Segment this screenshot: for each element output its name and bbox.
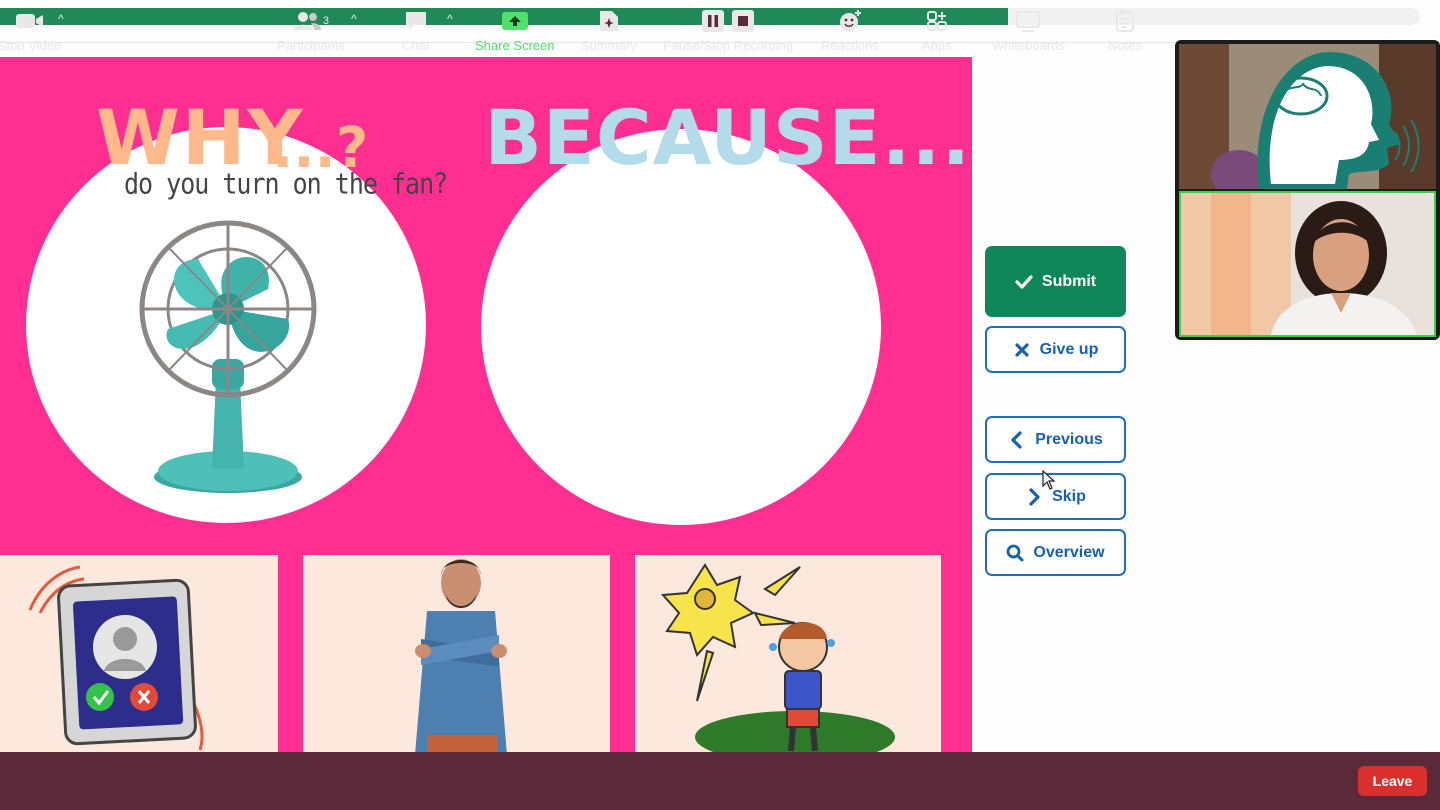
activity-slide: WHY ...? BECAUSE... do you turn on the f…	[0, 57, 972, 753]
overview-button[interactable]: Overview	[985, 529, 1126, 576]
video-options-caret-icon[interactable]: ^	[58, 12, 64, 26]
option-card-hot[interactable]	[635, 555, 941, 753]
video-gallery	[1175, 40, 1440, 340]
participants-count: 3	[322, 15, 330, 27]
presenter-video	[1181, 193, 1434, 335]
chat-button[interactable]: Chat	[402, 8, 429, 53]
give-up-button[interactable]: Give up	[985, 326, 1126, 373]
participants-icon	[292, 12, 321, 30]
chevron-left-icon	[1011, 430, 1022, 449]
chat-label: Chat	[402, 38, 430, 53]
give-up-label: Give up	[1039, 340, 1099, 358]
apps-label: Apps	[922, 38, 952, 53]
incoming-call-icon	[28, 565, 204, 751]
shivering-man-image	[415, 559, 507, 753]
reactions-icon	[839, 10, 861, 31]
brain-logo-avatar	[1179, 44, 1436, 189]
recording-controls[interactable]: Pause/Stop Recording	[663, 8, 793, 53]
share-screen-icon	[501, 12, 528, 30]
option-card-cold[interactable]	[303, 555, 610, 753]
submit-label: Submit	[1041, 272, 1097, 290]
share-screen-label: Share Screen	[475, 38, 555, 53]
because-title: BECAUSE...	[484, 93, 972, 182]
apps-button[interactable]: Apps	[922, 8, 952, 53]
submit-button[interactable]: Submit	[985, 246, 1126, 317]
recording-label: Pause/Stop Recording	[663, 38, 794, 53]
sweating-boy-sun-image	[660, 563, 895, 753]
notes-button[interactable]: Notes	[1108, 8, 1142, 53]
previous-label: Previous	[1035, 430, 1103, 448]
search-icon	[1007, 544, 1024, 561]
share-screen-button[interactable]: Share Screen	[475, 8, 555, 53]
summary-icon	[599, 11, 618, 31]
option-card-phone[interactable]	[0, 555, 278, 753]
screen: WHY ...? BECAUSE... do you turn on the f…	[0, 0, 1440, 810]
answer-drop-circle[interactable]	[481, 129, 881, 525]
summary-label: Summary	[581, 38, 637, 53]
chevron-right-icon	[1029, 487, 1040, 506]
meeting-toolbar	[0, 752, 1440, 810]
close-icon	[1015, 342, 1029, 357]
participant-tile-logo[interactable]	[1179, 44, 1436, 189]
skip-label: Skip	[1052, 487, 1086, 505]
notes-icon	[1115, 10, 1134, 32]
leave-button[interactable]: Leave	[1358, 766, 1427, 796]
participants-options-caret-icon[interactable]: ^	[351, 12, 357, 26]
notes-label: Notes	[1108, 38, 1142, 53]
apps-icon	[926, 11, 947, 31]
participant-tile-presenter[interactable]	[1179, 191, 1436, 337]
fan-image	[139, 220, 317, 493]
whiteboard-icon	[1016, 11, 1041, 32]
mouse-cursor-icon	[1042, 470, 1056, 490]
whiteboards-label: Whiteboards	[992, 38, 1065, 53]
question-text: do you turn on the fan?	[124, 166, 448, 201]
participants-label: Participants	[277, 38, 345, 53]
stop-icon[interactable]	[732, 10, 755, 32]
check-icon	[1015, 274, 1033, 289]
participants-button[interactable]: 3 Participants	[277, 8, 345, 53]
stop-video-label: Stop Video	[0, 38, 62, 53]
whiteboards-button[interactable]: Whiteboards	[992, 8, 1065, 53]
video-camera-icon	[15, 14, 43, 28]
summary-button[interactable]: Summary	[581, 8, 637, 53]
chat-options-caret-icon[interactable]: ^	[447, 12, 453, 26]
pause-icon[interactable]	[702, 10, 725, 32]
overview-label: Overview	[1033, 543, 1105, 561]
chat-icon	[405, 12, 426, 30]
stop-video-button[interactable]: Stop Video	[0, 8, 61, 53]
reactions-button[interactable]: Reactions	[821, 8, 879, 53]
reactions-label: Reactions	[821, 38, 879, 53]
previous-button[interactable]: Previous	[985, 416, 1126, 463]
